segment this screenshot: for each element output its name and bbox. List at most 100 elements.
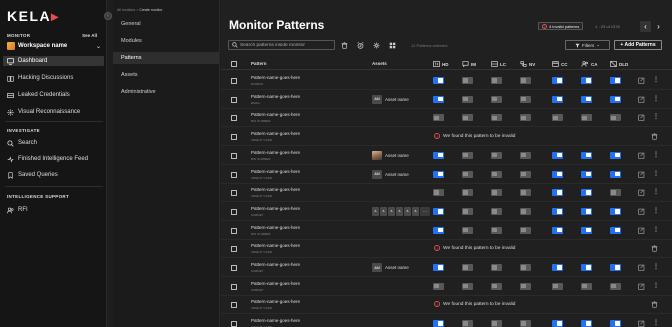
toggle-cc[interactable] [552, 77, 563, 84]
toggle-im[interactable] [462, 189, 473, 197]
collapse-sidebar-button[interactable]: ‹ [104, 12, 112, 20]
toggle-dld[interactable] [610, 95, 621, 103]
toggle-ca[interactable] [581, 95, 592, 103]
toggle-cc[interactable] [552, 189, 563, 197]
pattern-name[interactable]: Pattern-name-goes-here [251, 187, 300, 192]
pattern-name[interactable]: Pattern-name-goes-here [251, 94, 300, 99]
breadcrumb-root[interactable]: All monitors [117, 8, 135, 12]
row-checkbox[interactable] [231, 302, 237, 309]
row-action-button[interactable] [638, 227, 645, 234]
toggle-ca[interactable] [581, 170, 592, 178]
grid-view-button[interactable] [387, 40, 397, 50]
toggle-lc[interactable] [491, 320, 502, 327]
column-nv[interactable]: NV [520, 61, 535, 67]
toggle-dld[interactable] [610, 170, 621, 178]
toggle-lc[interactable] [491, 226, 502, 234]
subnav-item-administrative[interactable]: Administrative [113, 86, 219, 98]
column-lc[interactable]: LC [491, 61, 506, 67]
toggle-cc[interactable] [552, 264, 563, 271]
settings-button[interactable] [371, 40, 381, 50]
sidebar-item-hacking-discussions[interactable]: Hacking Discussions [3, 73, 104, 83]
toggle-dld[interactable] [610, 77, 621, 84]
toggle-im[interactable] [462, 114, 473, 122]
toggle-hd[interactable] [433, 264, 444, 271]
toggle-cc[interactable] [552, 226, 563, 234]
toggle-ca[interactable] [581, 282, 592, 290]
toggle-ca[interactable] [581, 114, 592, 122]
toggle-dld[interactable] [610, 207, 621, 215]
toggle-dld[interactable] [610, 151, 621, 159]
sidebar-item-search[interactable]: Search [3, 138, 104, 148]
row-checkbox[interactable] [231, 283, 237, 290]
toggle-hd[interactable] [433, 282, 444, 290]
toggle-lc[interactable] [491, 282, 502, 290]
toggle-hd[interactable] [433, 77, 444, 84]
delete-row-button[interactable] [651, 133, 658, 140]
toggle-dld[interactable] [610, 226, 621, 234]
row-action-button[interactable] [638, 208, 645, 215]
more-options-icon[interactable]: ⋮ [653, 188, 659, 195]
pattern-name[interactable]: Pattern-name-goes-here [251, 318, 300, 323]
sidebar-item-visual-reconnaissance[interactable]: Visual Reconnaissance [3, 107, 104, 117]
toggle-nv[interactable] [520, 189, 531, 197]
row-checkbox[interactable] [231, 321, 237, 327]
more-options-icon[interactable]: ⋮ [653, 282, 659, 289]
row-checkbox[interactable] [231, 134, 237, 141]
more-options-icon[interactable]: ⋮ [653, 226, 659, 233]
toggle-dld[interactable] [610, 189, 621, 197]
toggle-nv[interactable] [520, 151, 531, 159]
toggle-cc[interactable] [552, 320, 563, 327]
more-assets-button[interactable]: ··· [420, 206, 430, 216]
pattern-name[interactable]: Pattern-name-goes-here [251, 131, 300, 136]
pattern-name[interactable]: Pattern-name-goes-here [251, 169, 300, 174]
workspace-selector[interactable]: Workspace name ⌄ [7, 41, 101, 51]
pattern-name[interactable]: Pattern-name-goes-here [251, 206, 300, 211]
filters-dropdown[interactable]: Filters ⌄ [565, 40, 610, 50]
asset-cell[interactable]: AN Asset name [372, 263, 409, 272]
more-options-icon[interactable]: ⋮ [653, 263, 659, 270]
pattern-name[interactable]: Pattern-name-goes-here [251, 75, 300, 80]
column-assets[interactable]: Assets [372, 61, 387, 66]
toggle-ca[interactable] [581, 151, 592, 159]
row-action-button[interactable] [638, 264, 645, 271]
toggle-im[interactable] [462, 226, 473, 234]
toggle-im[interactable] [462, 264, 473, 271]
row-checkbox[interactable] [231, 152, 237, 159]
subnav-item-general[interactable]: General [113, 18, 219, 30]
toggle-nv[interactable] [520, 95, 531, 103]
more-options-icon[interactable]: ⋮ [653, 170, 659, 177]
more-options-icon[interactable]: ⋮ [653, 76, 659, 83]
toggle-nv[interactable] [520, 207, 531, 215]
toggle-ca[interactable] [581, 320, 592, 327]
toggle-ca[interactable] [581, 264, 592, 271]
more-options-icon[interactable]: ⋮ [653, 319, 659, 326]
pattern-name[interactable]: Pattern-name-goes-here [251, 243, 300, 248]
toggle-dld[interactable] [610, 264, 621, 271]
toggle-im[interactable] [462, 170, 473, 178]
delete-row-button[interactable] [651, 245, 658, 252]
toggle-ca[interactable] [581, 226, 592, 234]
toggle-nv[interactable] [520, 320, 531, 327]
row-action-button[interactable] [638, 114, 645, 122]
toggle-lc[interactable] [491, 114, 502, 122]
toggle-lc[interactable] [491, 95, 502, 103]
column-dld[interactable]: DLD [610, 61, 628, 67]
pattern-name[interactable]: Pattern-name-goes-here [251, 262, 300, 267]
toggle-hd[interactable] [433, 320, 444, 327]
toggle-lc[interactable] [491, 264, 502, 271]
snooze-button[interactable] [355, 40, 365, 50]
subnav-item-assets[interactable]: Assets [113, 69, 219, 81]
toggle-lc[interactable] [491, 151, 502, 159]
row-action-button[interactable] [638, 96, 645, 103]
row-checkbox[interactable] [231, 115, 237, 122]
toggle-cc[interactable] [552, 207, 563, 215]
row-action-button[interactable] [638, 189, 645, 196]
pattern-name[interactable]: Pattern-name-goes-here [251, 225, 300, 230]
toggle-nv[interactable] [520, 77, 531, 84]
toggle-im[interactable] [462, 320, 473, 327]
row-checkbox[interactable] [231, 265, 237, 271]
toggle-dld[interactable] [610, 282, 621, 290]
row-action-button[interactable] [638, 283, 645, 290]
toggle-lc[interactable] [491, 77, 502, 84]
kela-logo[interactable]: KELA▸ [7, 8, 60, 25]
